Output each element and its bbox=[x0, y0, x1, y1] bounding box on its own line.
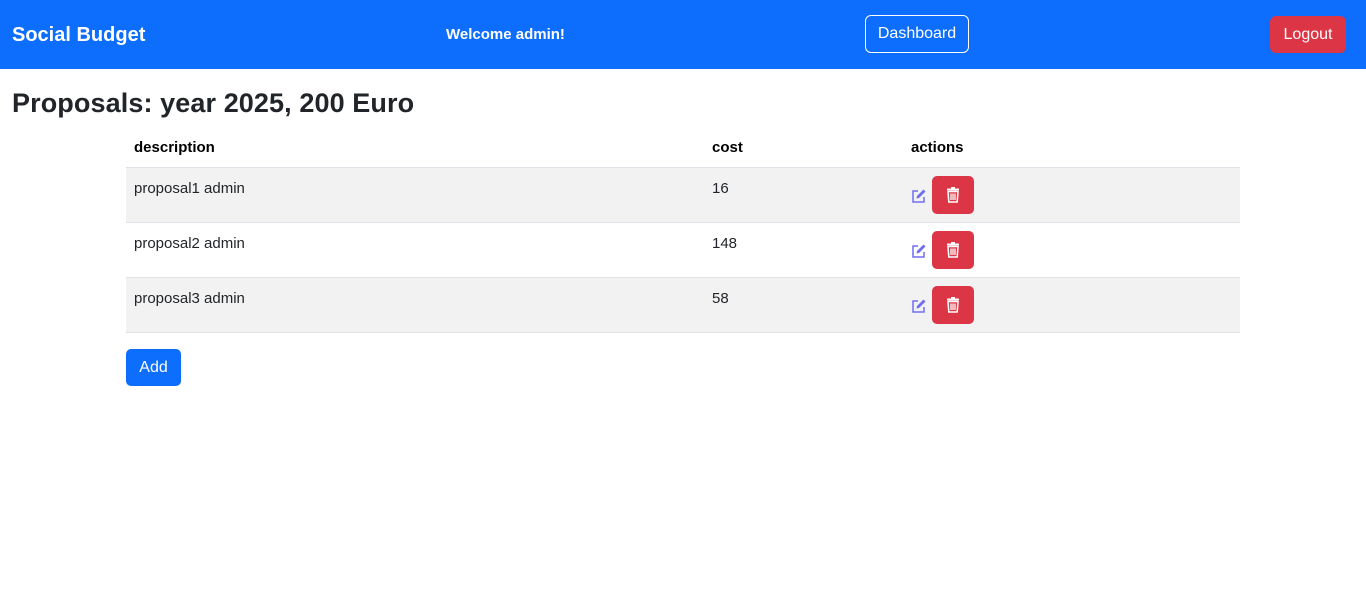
proposal-cost: 58 bbox=[712, 290, 729, 307]
header-actions: actions bbox=[911, 139, 964, 156]
edit-icon[interactable] bbox=[911, 298, 927, 314]
delete-button[interactable] bbox=[932, 286, 974, 324]
proposal-description: proposal3 admin bbox=[134, 290, 245, 307]
page-title: Proposals: year 2025, 200 Euro bbox=[12, 88, 415, 118]
logout-button[interactable]: Logout bbox=[1270, 16, 1346, 53]
proposal-description: proposal1 admin bbox=[134, 180, 245, 197]
proposal-cost: 148 bbox=[712, 235, 738, 252]
header-cost: cost bbox=[712, 139, 743, 156]
delete-button[interactable] bbox=[932, 231, 974, 269]
add-proposal-button[interactable]: Add bbox=[126, 349, 181, 386]
table-row: proposal3 admin 58 bbox=[126, 278, 1240, 333]
row-actions bbox=[911, 176, 974, 214]
dashboard-button[interactable]: Dashboard bbox=[865, 15, 969, 53]
trash-icon bbox=[947, 297, 959, 313]
trash-icon bbox=[947, 187, 959, 203]
trash-icon bbox=[947, 242, 959, 258]
edit-icon[interactable] bbox=[911, 243, 927, 259]
edit-icon[interactable] bbox=[911, 188, 927, 204]
table-row: proposal1 admin 16 bbox=[126, 168, 1240, 223]
brand-title[interactable]: Social Budget bbox=[12, 22, 145, 48]
proposals-table: description cost actions proposal1 admin… bbox=[126, 131, 1240, 333]
header-description: description bbox=[134, 139, 215, 156]
row-actions bbox=[911, 231, 974, 269]
welcome-message: Welcome admin! bbox=[446, 26, 565, 43]
proposal-description: proposal2 admin bbox=[134, 235, 245, 252]
table-header-row: description cost actions bbox=[126, 131, 1240, 168]
row-actions bbox=[911, 286, 974, 324]
table-row: proposal2 admin 148 bbox=[126, 223, 1240, 278]
delete-button[interactable] bbox=[932, 176, 974, 214]
proposal-cost: 16 bbox=[712, 180, 729, 197]
navbar: Social Budget Welcome admin! Dashboard L… bbox=[0, 0, 1366, 69]
